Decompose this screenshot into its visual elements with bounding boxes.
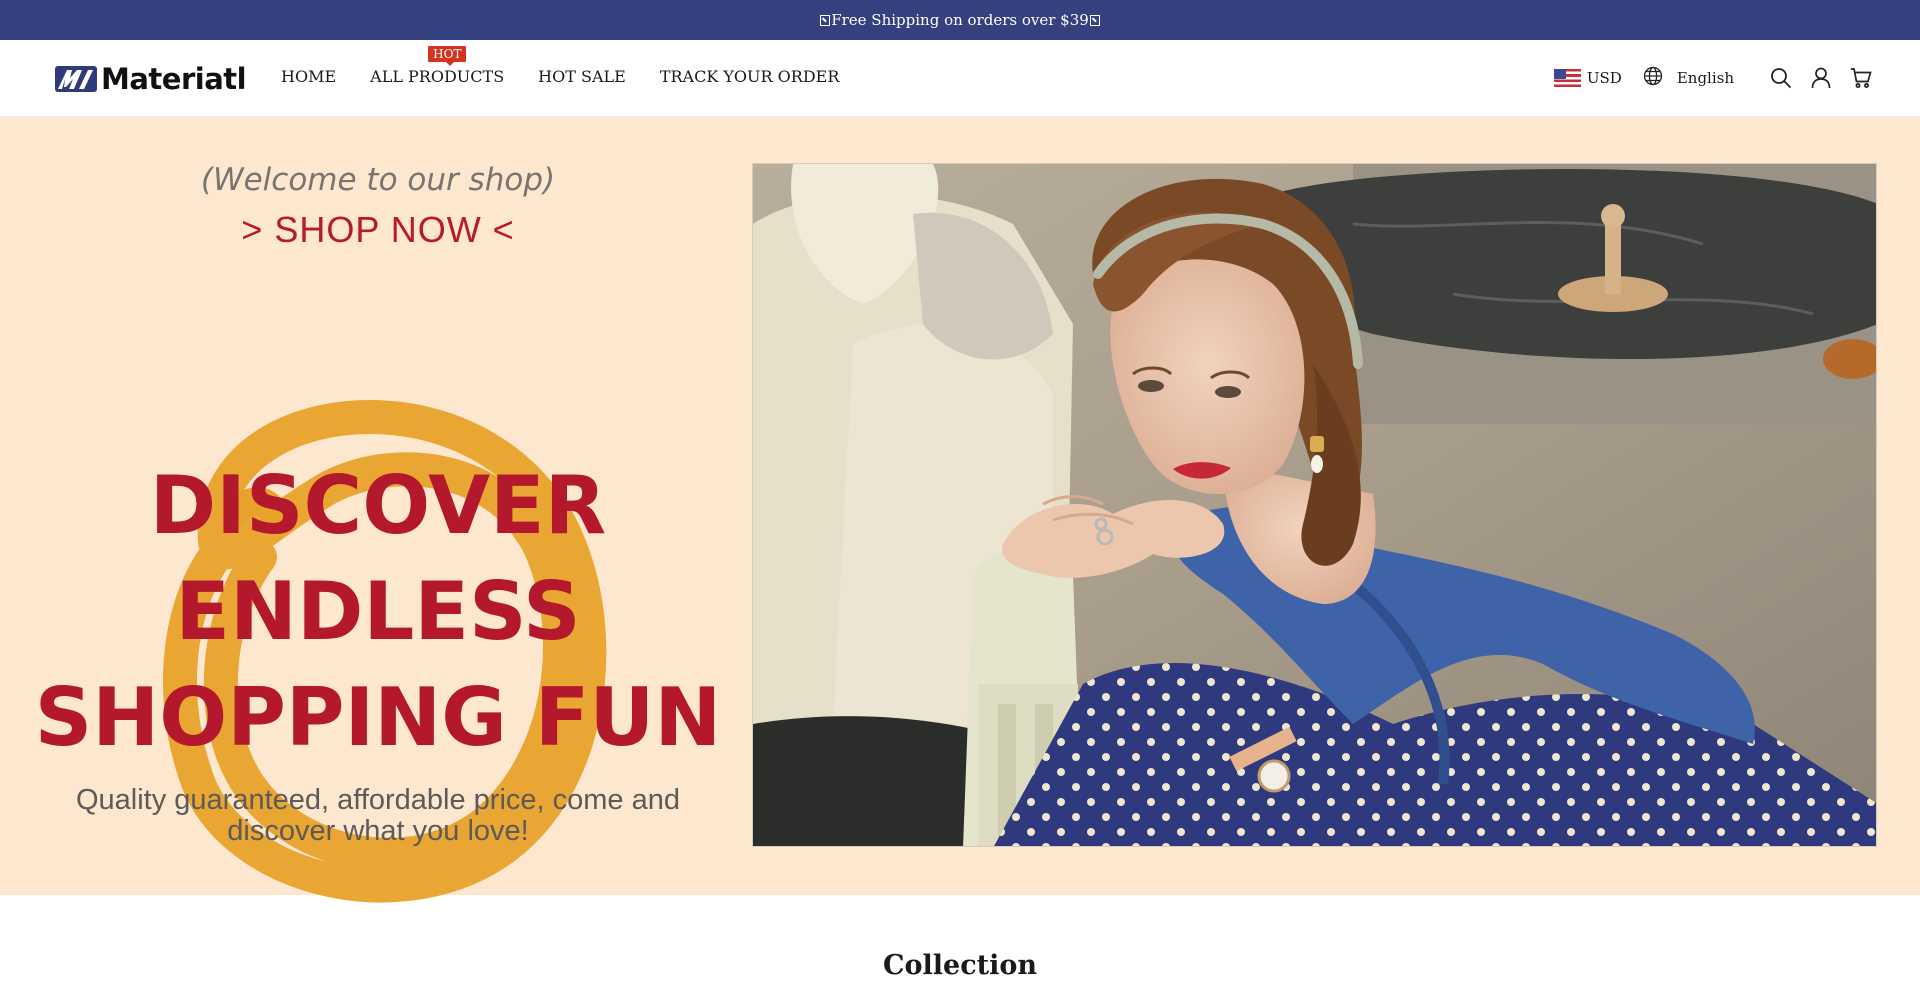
us-flag-icon bbox=[1553, 69, 1581, 87]
announcement-right-icon bbox=[1089, 14, 1100, 26]
currency-label: USD bbox=[1586, 69, 1622, 87]
logo-mark-icon bbox=[55, 66, 97, 92]
search-icon[interactable] bbox=[1770, 67, 1792, 89]
hero-welcome-text: (Welcome to our shop) bbox=[200, 162, 556, 198]
main-nav: HOME HOT ALL PRODUCTS HOT SALE TRACK YOU… bbox=[281, 46, 873, 86]
hero-headline: DISCOVER ENDLESS SHOPPING FUN bbox=[0, 453, 756, 771]
hot-badge: HOT bbox=[428, 46, 467, 66]
hero-headline-line-1: DISCOVER bbox=[149, 459, 607, 552]
account-icon[interactable] bbox=[1810, 67, 1832, 89]
logo-text: Materiatl bbox=[101, 62, 247, 96]
hero-subline: Quality guaranteed, affordable price, co… bbox=[75, 784, 680, 847]
nav-all-products[interactable]: HOT ALL PRODUCTS bbox=[370, 46, 505, 86]
hero-text-panel: (Welcome to our shop) > SHOP NOW < DISCO… bbox=[0, 117, 752, 903]
globe-icon bbox=[1643, 66, 1663, 90]
currency-selector[interactable]: USD bbox=[1553, 69, 1622, 87]
hero-headline-line-2: ENDLESS bbox=[175, 565, 581, 658]
language-label: English bbox=[1676, 69, 1734, 87]
collection-title: Collection bbox=[883, 950, 1037, 981]
nav-home[interactable]: HOME bbox=[281, 67, 336, 86]
announcement-left-icon bbox=[820, 14, 831, 26]
site-header: Materiatl HOME HOT ALL PRODUCTS HOT SALE… bbox=[0, 40, 1920, 117]
announcement-text: Free Shipping on orders over $39 bbox=[831, 11, 1089, 29]
cart-icon[interactable] bbox=[1850, 67, 1872, 89]
hero-model-photo bbox=[752, 163, 1877, 847]
hero-headline-line-3: SHOPPING FUN bbox=[34, 671, 722, 764]
language-selector[interactable]: English bbox=[1643, 66, 1734, 90]
logo[interactable]: Materiatl bbox=[55, 62, 247, 96]
nav-hot-sale[interactable]: HOT SALE bbox=[538, 67, 626, 86]
header-actions: USD English bbox=[1553, 64, 1872, 92]
shop-now-link[interactable]: > SHOP NOW < bbox=[0, 209, 756, 251]
hero-banner[interactable]: (Welcome to our shop) > SHOP NOW < DISCO… bbox=[0, 117, 1920, 903]
nav-all-products-label: ALL PRODUCTS bbox=[370, 67, 505, 86]
nav-track-order[interactable]: TRACK YOUR ORDER bbox=[660, 67, 840, 86]
announcement-bar: Free Shipping on orders over $39 bbox=[0, 0, 1920, 40]
